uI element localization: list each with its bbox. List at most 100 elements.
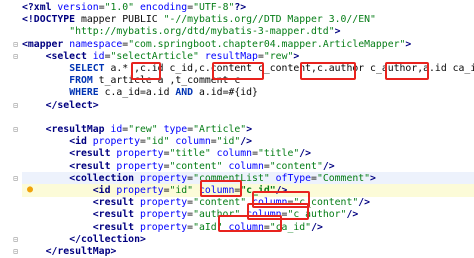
token: "content" <box>269 160 323 172</box>
token: "rew" <box>128 124 158 135</box>
token: property <box>139 197 188 209</box>
code-line-3[interactable]: "http://mybatis.org/dtd/mybatis-3-mapper… <box>22 25 341 38</box>
code-line-4[interactable]: <mapper namespace="com.springboot.chapte… <box>22 38 411 51</box>
code-line-18[interactable]: <result property="author" column="c_auth… <box>22 208 358 221</box>
token: "id" <box>169 185 194 196</box>
lightbulb-icon[interactable]: ● <box>27 184 37 195</box>
fold-marker-icon[interactable]: ⊟ <box>11 40 20 49</box>
token: <result <box>69 148 117 160</box>
token: property <box>139 172 188 184</box>
code-line-15[interactable]: <collection property="commentList" ofTyp… <box>22 171 474 185</box>
token: "ca_id" <box>269 221 312 233</box>
token: id <box>92 50 105 62</box>
code-line-11[interactable]: <resultMap id="rew" type="Article"> <box>22 123 253 136</box>
fold-marker-icon[interactable]: ⊟ <box>11 247 20 256</box>
token: "c_content" <box>293 197 359 209</box>
token: property <box>116 148 164 160</box>
token: <id <box>69 136 93 148</box>
token: "selectArticle" <box>110 50 199 62</box>
token: /> <box>299 148 312 160</box>
token: <!DOCTYPE <box>22 14 81 26</box>
token: column <box>216 148 253 160</box>
token: "rew" <box>263 50 294 62</box>
token: ca_id <box>452 63 474 74</box>
code-line-16[interactable]: <id property="id" column="c_id"/> <box>22 184 474 197</box>
code-editor[interactable]: <?xml version="1.0" encoding="UTF-8"?> <!… <box>0 0 474 258</box>
token: <resultMap <box>45 124 111 135</box>
token: "id" <box>216 136 241 148</box>
token: column <box>228 160 264 172</box>
token: ,c.content <box>193 63 258 74</box>
token: property <box>139 209 188 221</box>
token: <id <box>92 185 117 196</box>
code-line-21[interactable]: </resultMap> <box>22 245 117 258</box>
code-line-20[interactable]: </collection> <box>22 233 146 246</box>
token: "content" <box>193 197 247 209</box>
token: "commentList" <box>193 172 270 184</box>
code-line-9[interactable]: </select> <box>22 99 99 112</box>
code-line-1[interactable]: <?xml version="1.0" encoding="UTF-8"?> <box>22 1 246 14</box>
token: > <box>405 38 412 50</box>
token: </collection> <box>69 233 146 245</box>
code-line-6[interactable]: SELECT a.* ,c.id c_id,c.content c_conten… <box>22 62 474 75</box>
fold-marker-icon[interactable]: ⊟ <box>11 235 20 244</box>
token: > <box>246 124 253 135</box>
code-line-12[interactable]: <id property="id" column="id"/> <box>22 135 252 148</box>
token: <result <box>92 209 140 221</box>
code-line-8[interactable]: WHERE c.a_id=a.id AND a.id=#{id} <box>22 86 258 99</box>
token: SELECT <box>69 63 105 74</box>
token: type <box>163 124 188 135</box>
token: "com.springboot.chapter04.mapper.Article… <box>128 38 406 50</box>
fold-marker-icon[interactable]: ⊟ <box>11 174 20 183</box>
token: > <box>334 26 341 38</box>
token: property <box>92 136 140 148</box>
code-line-7[interactable]: FROM t_article a ,t_comment c <box>22 74 240 87</box>
token: c_content <box>257 63 312 74</box>
code-line-17[interactable]: <result property="content" column="c_con… <box>22 196 370 209</box>
token: "1.0" <box>104 2 135 13</box>
token: /> <box>275 185 288 196</box>
token: /> <box>311 221 323 233</box>
code-line-5[interactable]: <select id="selectArticle" resultMap="re… <box>22 50 300 63</box>
fold-marker-icon[interactable]: ⊟ <box>11 101 20 110</box>
code-line-2[interactable]: <!DOCTYPE mapper PUBLIC "-//mybatis.org/… <box>22 13 376 26</box>
token: /> <box>358 197 371 209</box>
token: <? <box>22 2 34 13</box>
token: "aId" <box>193 221 223 233</box>
fold-marker-icon[interactable]: ⊟ <box>11 52 20 61</box>
token: "-//mybatis.org//DTD Mapper 3.0//EN" <box>163 14 376 26</box>
token: column <box>175 136 211 148</box>
token: column <box>246 209 282 221</box>
token: xml <box>33 2 58 13</box>
token: id <box>110 124 123 135</box>
token: "title" <box>169 148 211 160</box>
token: FROM <box>69 75 93 87</box>
code-line-13[interactable]: <result property="title" column="title"/… <box>22 147 311 160</box>
token: /> <box>346 209 359 221</box>
token: <result <box>92 221 140 233</box>
token: column <box>198 185 235 196</box>
code-line-14[interactable]: <result property="content" column="conte… <box>22 160 334 173</box>
token: AND <box>175 87 194 99</box>
token: "Comment" <box>316 172 371 184</box>
token: c.author <box>316 63 371 74</box>
token: "c_author" <box>287 209 347 221</box>
code-line-19[interactable]: <result property="aId" column="ca_id"/> <box>22 221 323 234</box>
token: </resultMap> <box>45 246 117 257</box>
fold-marker-icon[interactable]: ⊟ <box>11 125 20 134</box>
token: <result <box>69 160 117 172</box>
token: <collection <box>69 172 140 184</box>
token: #{id} <box>228 87 258 99</box>
token: "http://mybatis.org/dtd/mybatis-3-mapper… <box>69 26 335 38</box>
token: </select> <box>45 99 99 111</box>
